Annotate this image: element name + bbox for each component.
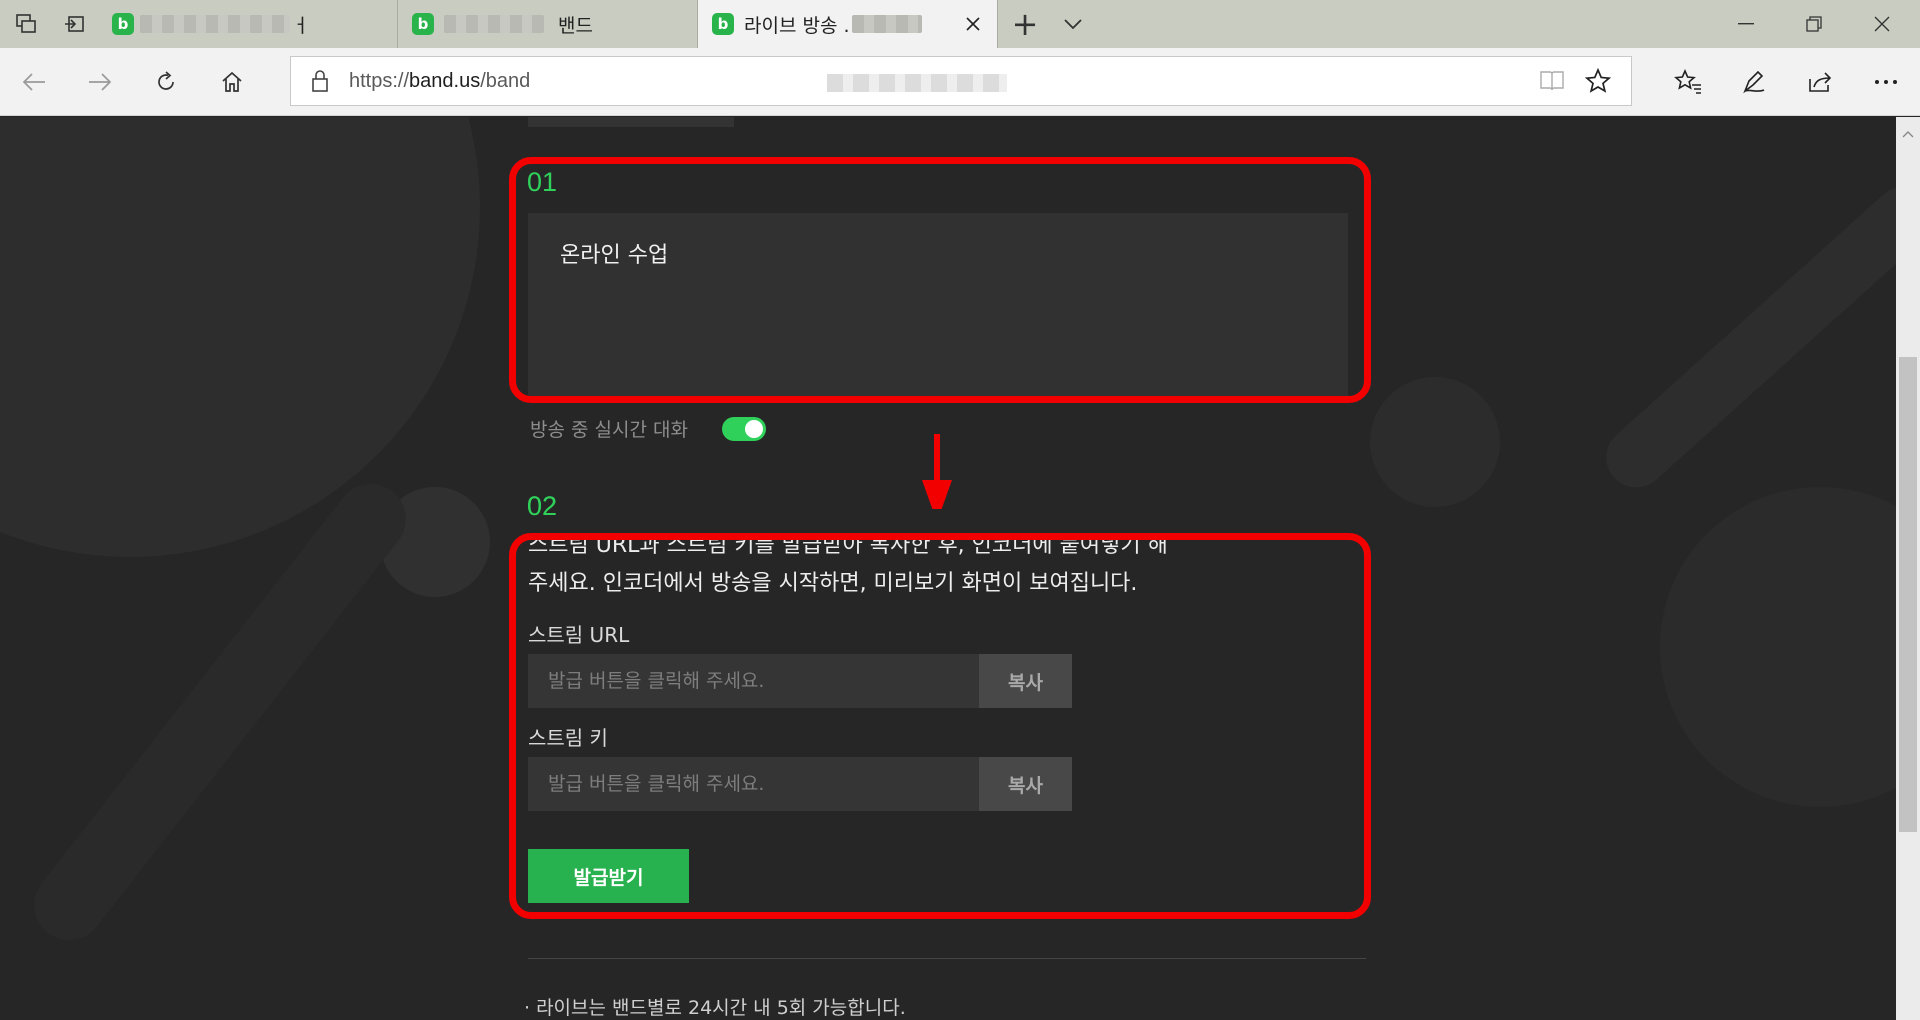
forward-icon[interactable]: [78, 60, 122, 104]
url-prefix: https://: [349, 70, 410, 92]
annotation-highlight-01: [509, 157, 1371, 403]
live-limit-note: · 라이브는 밴드별로 24시간 내 5회 가능합니다.: [524, 997, 906, 1019]
live-broadcast-page: 01 온라인 수업 방송 중 실시간 대화 02 스트림 URL과 스트림 키를…: [0, 117, 1896, 1020]
back-icon[interactable]: [12, 60, 56, 104]
annotation-highlight-02: [509, 533, 1371, 919]
home-icon[interactable]: [210, 60, 254, 104]
tab-title: ㅓ: [292, 14, 310, 37]
url-text[interactable]: https://band.us/band: [349, 70, 530, 93]
tab-1[interactable]: b ㅓ: [98, 0, 398, 48]
background-decoration: [1370, 377, 1500, 507]
band-favicon-icon: b: [112, 13, 134, 35]
toggle-knob: [745, 420, 763, 438]
restore-icon[interactable]: [1780, 0, 1848, 48]
set-aside-tabs-icon[interactable]: [50, 0, 98, 48]
tab-group-icon[interactable]: [2, 0, 50, 48]
chat-toggle-switch[interactable]: [722, 417, 766, 441]
blurred-tab-text: [140, 15, 290, 33]
more-icon[interactable]: [1864, 60, 1908, 104]
page-scrollbar[interactable]: [1896, 117, 1920, 1020]
close-icon[interactable]: [961, 12, 985, 36]
background-decoration: [1660, 487, 1896, 807]
scrollbar-thumb[interactable]: [1899, 357, 1917, 832]
share-icon[interactable]: [1798, 60, 1842, 104]
section-divider: [528, 958, 1366, 959]
new-tab-icon[interactable]: +: [1001, 0, 1049, 48]
favorites-hub-icon[interactable]: [1666, 60, 1710, 104]
band-favicon-icon: b: [712, 13, 734, 35]
scroll-clip-mask: [520, 509, 1320, 535]
tab-title: 라이브 방송 .: [744, 14, 850, 37]
reading-view-icon[interactable]: [1539, 69, 1565, 97]
url-host: band.us: [409, 70, 481, 92]
tab-active[interactable]: b 라이브 방송 .: [698, 0, 998, 48]
url-path: /band: [480, 70, 531, 92]
scroll-up-icon[interactable]: [1902, 123, 1914, 142]
background-decoration: [1593, 174, 1896, 500]
lock-icon: [311, 69, 329, 97]
browser-toolbar: https://band.us/band: [0, 48, 1920, 116]
pen-icon[interactable]: [1732, 60, 1776, 104]
new-tab-symbol: +: [1011, 5, 1039, 43]
tab-2[interactable]: b 밴드: [398, 0, 698, 48]
window-close-icon[interactable]: [1848, 0, 1916, 48]
chat-toggle-label: 방송 중 실시간 대화: [530, 419, 688, 441]
previous-field-edge: [528, 117, 734, 127]
minimize-icon[interactable]: [1712, 0, 1780, 48]
band-favicon-icon: b: [412, 13, 434, 35]
background-decoration: [0, 117, 480, 557]
address-bar[interactable]: https://band.us/band: [290, 56, 1632, 106]
tab-title: 밴드: [558, 14, 593, 37]
blurred-url-text: [827, 74, 1007, 92]
chevron-down-icon[interactable]: [1049, 0, 1097, 48]
blurred-tab-text: [444, 15, 544, 33]
section-number-02: 02: [527, 491, 558, 521]
tab-strip: b ㅓ b 밴드 b 라이브 방송 . +: [0, 0, 1920, 48]
blurred-tab-text: [851, 15, 922, 33]
refresh-icon[interactable]: [144, 60, 188, 104]
favorite-star-icon[interactable]: [1584, 67, 1612, 98]
